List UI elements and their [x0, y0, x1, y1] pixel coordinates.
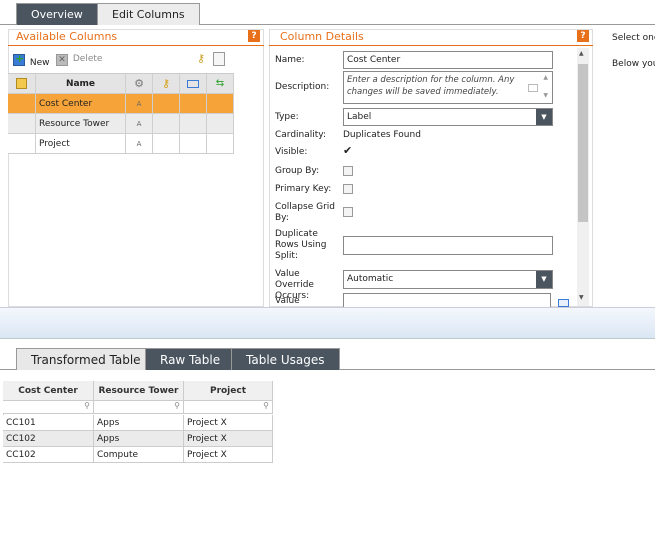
collapse-icon — [187, 80, 199, 88]
available-columns-title: Available Columns — [16, 30, 118, 43]
splitter-bar[interactable] — [0, 307, 655, 339]
table-cell: Apps — [94, 415, 184, 431]
right-hint-line2: Below you — [612, 59, 655, 69]
new-icon: + — [13, 52, 25, 66]
header-name[interactable]: Name — [36, 74, 126, 94]
details-title-underline — [269, 45, 593, 46]
cardinality-label: Cardinality: — [275, 130, 327, 140]
filter-project[interactable]: ⚲ — [184, 401, 273, 414]
new-column-button[interactable]: + New — [13, 52, 50, 68]
search-icon: ⚲ — [174, 401, 180, 410]
grid-icon[interactable] — [558, 299, 569, 307]
delete-icon: ✕ — [56, 54, 68, 66]
column-row-type: A — [126, 114, 153, 134]
header-edit-icon-cell — [8, 74, 36, 94]
available-columns-panel — [8, 29, 264, 307]
table-row[interactable]: CC101 Apps Project X — [3, 415, 273, 431]
visible-label: Visible: — [275, 147, 308, 157]
delete-column-button[interactable]: ✕ Delete — [56, 53, 102, 67]
scroll-thumb[interactable] — [578, 64, 588, 222]
visible-checkbox[interactable]: ✔ — [343, 145, 355, 157]
tab-raw-table[interactable]: Raw Table — [145, 348, 236, 370]
available-help-icon[interactable]: ? — [248, 30, 260, 42]
table-cell: Apps — [94, 431, 184, 447]
copy-icon[interactable] — [213, 52, 225, 66]
type-label: Type: — [275, 112, 299, 122]
table-row[interactable]: CC102 Compute Project X — [3, 447, 273, 463]
column-row-project[interactable]: Project A — [8, 134, 234, 154]
table-cell: CC102 — [3, 431, 94, 447]
value-override-select[interactable]: Automatic ▼ — [343, 270, 553, 289]
chevron-down-icon[interactable]: ▼ — [536, 271, 552, 288]
columns-grid-header: Name ⚙ ⚷ ⇆ — [8, 73, 234, 94]
value-override-value: Automatic — [347, 274, 394, 284]
header-collapse-cell — [180, 74, 207, 94]
chevron-down-icon[interactable]: ▼ — [536, 109, 552, 125]
scroll-down-arrow[interactable]: ▼ — [579, 294, 584, 301]
split-icon: ⇆ — [215, 78, 225, 89]
table-cell: Compute — [94, 447, 184, 463]
filter-cost-center[interactable]: ⚲ — [3, 401, 94, 414]
group-by-label: Group By: — [275, 166, 320, 176]
header-type-cell: ⚙ — [126, 74, 153, 94]
scroll-up-arrow[interactable]: ▲ — [579, 50, 584, 57]
type-value: Label — [347, 112, 372, 122]
description-scroll-up[interactable]: ▲ — [543, 74, 548, 81]
details-scrollbar[interactable]: ▲ ▼ — [577, 48, 589, 306]
description-placeholder: Enter a description for the column. Any … — [347, 75, 515, 97]
type-select[interactable]: Label ▼ — [343, 108, 553, 126]
description-label: Description: — [275, 82, 330, 92]
gear-icon: ⚙ — [134, 77, 144, 90]
column-row-name: Project — [36, 134, 126, 154]
link-icon[interactable]: ⚷ — [197, 52, 211, 66]
description-field[interactable]: Enter a description for the column. Any … — [343, 71, 553, 104]
column-row-name: Resource Tower — [36, 114, 126, 134]
delete-label: Delete — [72, 54, 103, 64]
collapse-grid-checkbox[interactable] — [343, 207, 353, 217]
primary-key-checkbox[interactable] — [343, 184, 353, 194]
value-label: Value — [275, 296, 300, 306]
description-scroll-down[interactable]: ▼ — [543, 92, 548, 99]
group-by-checkbox[interactable] — [343, 166, 353, 176]
header-key-cell: ⚷ — [153, 74, 180, 94]
cardinality-value: Duplicates Found — [343, 130, 421, 140]
table-row[interactable]: CC102 Apps Project X — [3, 431, 273, 447]
table-cell: Project X — [184, 431, 273, 447]
tab-overview[interactable]: Overview — [16, 3, 98, 25]
duplicate-rows-label: Duplicate Rows Using Split: — [275, 229, 327, 261]
filter-resource-tower[interactable]: ⚲ — [94, 401, 184, 414]
column-details-title: Column Details — [280, 30, 364, 43]
description-resize-icon — [528, 84, 538, 92]
column-row-type: A — [126, 134, 153, 154]
details-help-icon[interactable]: ? — [577, 30, 589, 42]
primary-key-label: Primary Key: — [275, 184, 332, 194]
column-row-cost-center[interactable]: Cost Center A — [8, 94, 234, 114]
header-resource-tower[interactable]: Resource Tower — [94, 381, 184, 401]
collapse-grid-label: Collapse Grid By: — [275, 202, 335, 223]
value-field[interactable] — [343, 293, 551, 307]
tab-edit-columns[interactable]: Edit Columns — [97, 3, 200, 25]
column-row-resource-tower[interactable]: Resource Tower A — [8, 114, 234, 134]
key-icon: ⚷ — [161, 77, 171, 90]
header-split-cell: ⇆ — [207, 74, 234, 94]
column-row-type: A — [126, 94, 153, 114]
search-icon: ⚲ — [263, 401, 269, 410]
table-cell: CC101 — [3, 415, 94, 431]
table-cell: Project X — [184, 447, 273, 463]
name-field[interactable]: Cost Center — [343, 51, 553, 69]
available-title-underline — [8, 45, 264, 46]
table-cell: CC102 — [3, 447, 94, 463]
tab-table-usages[interactable]: Table Usages — [231, 348, 340, 370]
duplicate-rows-field[interactable] — [343, 236, 553, 255]
tab-transformed-table[interactable]: Transformed Table — [16, 348, 156, 370]
header-project[interactable]: Project — [184, 381, 273, 401]
search-icon: ⚲ — [84, 401, 90, 410]
column-row-name: Cost Center — [36, 94, 126, 114]
table-cell: Project X — [184, 415, 273, 431]
right-hint-line1: Select one — [612, 33, 655, 43]
header-cost-center[interactable]: Cost Center — [3, 381, 94, 401]
new-label: New — [29, 58, 50, 68]
name-label: Name: — [275, 55, 305, 65]
edit-icon — [16, 78, 27, 89]
